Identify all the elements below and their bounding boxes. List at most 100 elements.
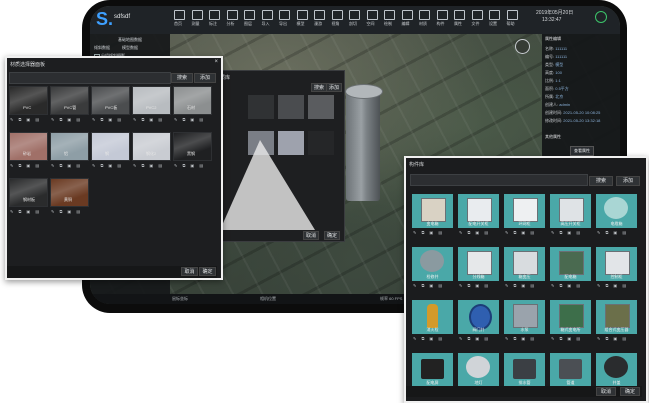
component-actions[interactable]: ✎ ⧉ ▣ ▤ bbox=[551, 336, 582, 341]
view-properties-button[interactable]: 查看属性 bbox=[570, 146, 594, 156]
component-actions[interactable]: ✎ ⧉ ▣ ▤ bbox=[597, 336, 628, 341]
component-tile[interactable]: 消火栓 bbox=[412, 300, 453, 334]
component-tile[interactable]: 井盖 bbox=[596, 353, 637, 387]
component-tile[interactable]: 配电开关柜 bbox=[458, 194, 499, 228]
middle-search-button[interactable]: 搜索 bbox=[311, 83, 327, 92]
material-actions[interactable]: ✎ ⧉ ▣ ▤ bbox=[10, 163, 41, 168]
component-tile[interactable]: 箱式变电所 bbox=[550, 300, 591, 334]
middle-swatch[interactable] bbox=[278, 95, 304, 119]
analysis-icon[interactable] bbox=[226, 10, 238, 20]
component-tile[interactable]: 分线箱 bbox=[458, 247, 499, 281]
material-swatch[interactable] bbox=[132, 86, 171, 115]
component-add-button[interactable]: 添加 bbox=[616, 176, 640, 186]
material-actions[interactable]: ✎ ⧉ ▣ ▤ bbox=[10, 117, 41, 122]
component-actions[interactable]: ✎ ⧉ ▣ ▤ bbox=[413, 283, 444, 288]
property-panel-title: 属性编辑 bbox=[545, 36, 561, 41]
component-actions[interactable]: ✎ ⧉ ▣ ▤ bbox=[597, 230, 628, 235]
tab-model[interactable]: 模型数据 bbox=[122, 45, 138, 51]
component-tile[interactable]: 配电屏 bbox=[412, 353, 453, 387]
model-icon[interactable] bbox=[296, 10, 308, 20]
material-actions[interactable]: ✎ ⧉ ▣ ▤ bbox=[133, 117, 164, 122]
component-search-input[interactable] bbox=[410, 174, 588, 186]
middle-swatch[interactable] bbox=[248, 95, 274, 119]
component-confirm-button[interactable]: 确定 bbox=[620, 387, 640, 396]
component-actions[interactable]: ✎ ⧉ ▣ ▤ bbox=[551, 283, 582, 288]
component-tile[interactable]: 电缆箱 bbox=[596, 194, 637, 228]
layer-icon[interactable] bbox=[244, 10, 255, 20]
material-actions[interactable]: ✎ ⧉ ▣ ▤ bbox=[51, 209, 82, 214]
view-icon[interactable] bbox=[331, 10, 343, 20]
material-confirm-button[interactable]: 确定 bbox=[199, 267, 216, 276]
middle-confirm-button[interactable]: 确定 bbox=[324, 231, 340, 240]
material-actions[interactable]: ✎ ⧉ ▣ ▤ bbox=[174, 163, 205, 168]
material-actions[interactable]: ✎ ⧉ ▣ ▤ bbox=[51, 163, 82, 168]
settings-icon[interactable] bbox=[489, 10, 500, 20]
component-cabinet-icon bbox=[421, 198, 446, 222]
walk-icon[interactable] bbox=[314, 10, 325, 20]
component-tile[interactable]: 控制柜 bbox=[596, 247, 637, 281]
component-tile[interactable]: 配电箱 bbox=[550, 247, 591, 281]
material-cancel-button[interactable]: 取消 bbox=[181, 267, 198, 276]
component-tile[interactable]: 地灯 bbox=[458, 353, 499, 387]
component-tile[interactable]: 高压开关柜 bbox=[550, 194, 591, 228]
component-actions[interactable]: ✎ ⧉ ▣ ▤ bbox=[413, 336, 444, 341]
material-actions[interactable]: ✎ ⧉ ▣ ▤ bbox=[174, 117, 205, 122]
property-icon[interactable] bbox=[454, 10, 465, 20]
component-actions[interactable]: ✎ ⧉ ▣ ▤ bbox=[459, 336, 490, 341]
component-icon[interactable] bbox=[436, 10, 448, 20]
home-icon[interactable] bbox=[174, 10, 185, 20]
material-search-button[interactable]: 搜索 bbox=[171, 73, 193, 83]
material-swatch[interactable] bbox=[91, 132, 130, 161]
component-tile[interactable]: 箱变压 bbox=[504, 247, 545, 281]
component-search-button[interactable]: 搜索 bbox=[589, 176, 613, 186]
tab-base-map[interactable]: 基础地图数据 bbox=[118, 37, 142, 43]
compass-icon[interactable] bbox=[515, 39, 530, 54]
cylinder-model[interactable] bbox=[345, 84, 383, 201]
material-actions[interactable]: ✎ ⧉ ▣ ▤ bbox=[92, 163, 123, 168]
component-actions[interactable]: ✎ ⧉ ▣ ▤ bbox=[505, 283, 536, 288]
close-icon[interactable]: × bbox=[214, 59, 218, 65]
material-icon[interactable] bbox=[419, 10, 430, 20]
edit-icon[interactable] bbox=[401, 10, 413, 20]
component-actions[interactable]: ✎ ⧉ ▣ ▤ bbox=[459, 230, 490, 235]
tab-oblique[interactable]: 倾斜数据 bbox=[94, 45, 110, 51]
component-tile[interactable]: 组合式变压器 bbox=[596, 300, 637, 334]
material-swatch[interactable] bbox=[50, 132, 89, 161]
component-tile[interactable]: 阀门井 bbox=[458, 300, 499, 334]
component-cancel-button[interactable]: 取消 bbox=[596, 387, 616, 396]
component-tile[interactable]: 环网柜 bbox=[504, 194, 545, 228]
component-actions[interactable]: ✎ ⧉ ▣ ▤ bbox=[551, 230, 582, 235]
middle-cancel-button[interactable]: 取消 bbox=[303, 231, 319, 240]
power-icon[interactable] bbox=[595, 11, 607, 23]
material-actions[interactable]: ✎ ⧉ ▣ ▤ bbox=[51, 117, 82, 122]
material-actions[interactable]: ✎ ⧉ ▣ ▤ bbox=[10, 209, 41, 214]
import-icon[interactable] bbox=[261, 10, 273, 20]
material-search-input[interactable] bbox=[9, 72, 171, 84]
material-swatch[interactable] bbox=[9, 86, 48, 115]
component-actions[interactable]: ✎ ⧉ ▣ ▤ bbox=[505, 336, 536, 341]
property-label: 名称: bbox=[545, 46, 555, 51]
export-icon[interactable] bbox=[279, 10, 290, 20]
component-tile[interactable]: 变电箱 bbox=[412, 194, 453, 228]
material-add-button[interactable]: 添加 bbox=[194, 73, 216, 83]
section-icon[interactable] bbox=[349, 10, 360, 20]
draw-icon[interactable] bbox=[384, 10, 395, 20]
middle-swatch[interactable] bbox=[308, 95, 334, 119]
component-actions[interactable]: ✎ ⧉ ▣ ▤ bbox=[413, 230, 444, 235]
component-actions[interactable]: ✎ ⧉ ▣ ▤ bbox=[505, 230, 536, 235]
component-tile[interactable]: 水泵 bbox=[504, 300, 545, 334]
space-icon[interactable] bbox=[366, 10, 378, 20]
material-actions[interactable]: ✎ ⧉ ▣ ▤ bbox=[133, 163, 164, 168]
component-tile[interactable]: 检修井 bbox=[412, 247, 453, 281]
mark-icon[interactable] bbox=[209, 10, 220, 20]
help-icon[interactable] bbox=[506, 10, 518, 20]
middle-add-button[interactable]: 添加 bbox=[326, 83, 342, 92]
glass-surface bbox=[220, 140, 315, 230]
measure-icon[interactable] bbox=[191, 10, 203, 20]
material-actions[interactable]: ✎ ⧉ ▣ ▤ bbox=[92, 117, 123, 122]
component-tile[interactable]: 管道 bbox=[550, 353, 591, 387]
component-tile[interactable]: 排水管 bbox=[504, 353, 545, 387]
component-actions[interactable]: ✎ ⧉ ▣ ▤ bbox=[597, 283, 628, 288]
component-actions[interactable]: ✎ ⧉ ▣ ▤ bbox=[459, 283, 490, 288]
file-icon[interactable] bbox=[471, 10, 483, 20]
